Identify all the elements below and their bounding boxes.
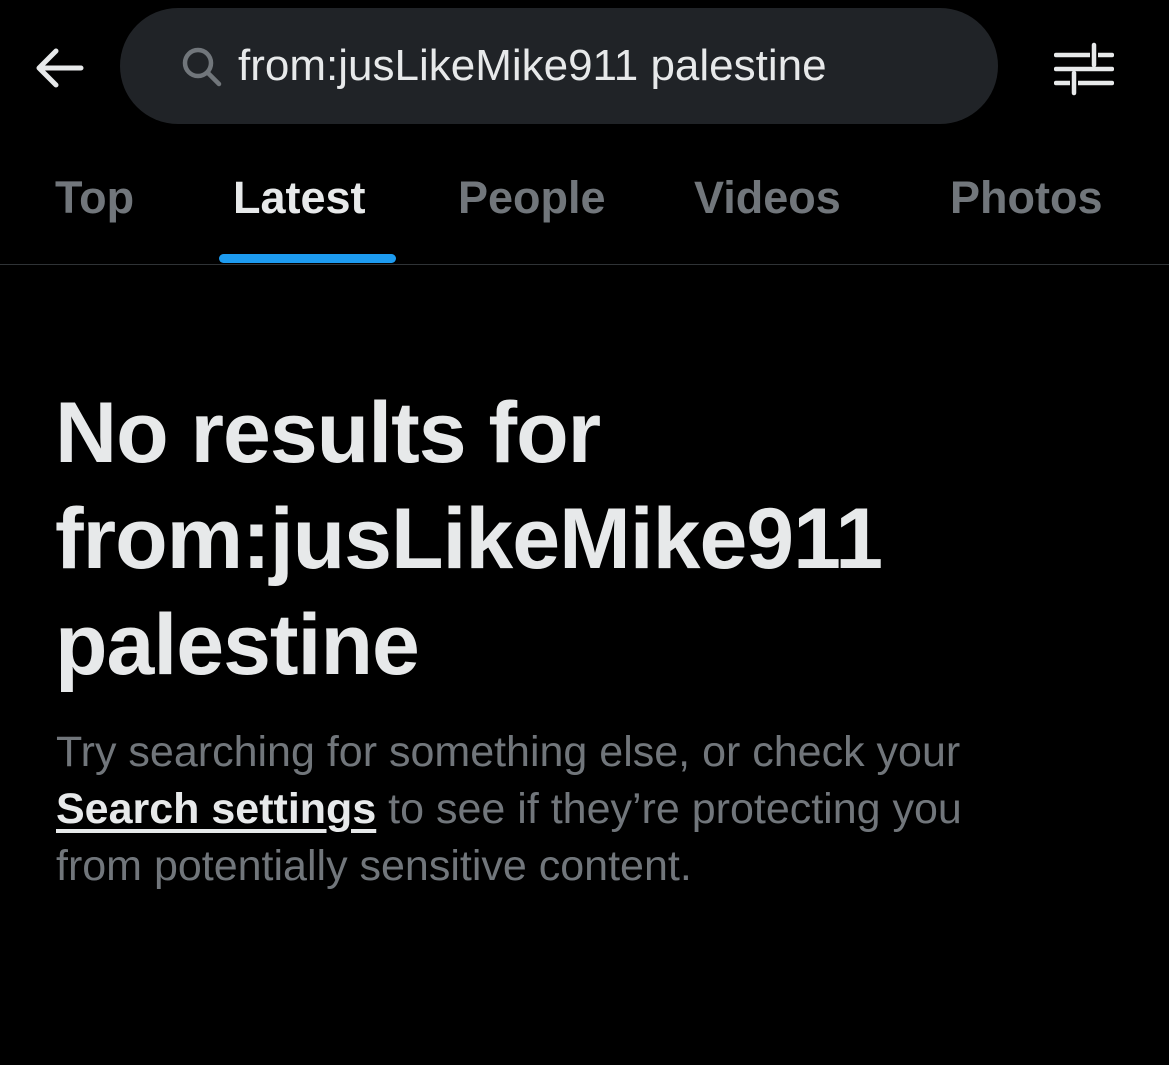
tab-photos[interactable]: Photos — [950, 172, 1103, 224]
tab-people[interactable]: People — [458, 172, 606, 224]
search-icon — [178, 43, 224, 89]
back-button[interactable] — [28, 38, 90, 98]
search-filter-button[interactable] — [1048, 36, 1120, 102]
search-input[interactable] — [238, 41, 978, 91]
tab-top[interactable]: Top — [55, 172, 134, 224]
tab-latest[interactable]: Latest — [233, 172, 366, 224]
tab-videos[interactable]: Videos — [694, 172, 841, 224]
active-tab-indicator — [219, 254, 396, 263]
top-bar — [0, 0, 1169, 130]
search-bar[interactable] — [120, 8, 998, 124]
search-settings-link[interactable]: Search settings — [56, 785, 376, 833]
arrow-left-icon — [36, 48, 84, 88]
sliders-icon — [1054, 42, 1114, 96]
no-results-message: Try searching for something else, or che… — [56, 724, 1056, 895]
search-tabs: Top Latest People Videos Photos — [0, 130, 1169, 265]
no-results-title: No results for from:jusLikeMike911 pales… — [55, 385, 883, 693]
no-results-message-text: Try searching for something else, or che… — [56, 728, 961, 776]
